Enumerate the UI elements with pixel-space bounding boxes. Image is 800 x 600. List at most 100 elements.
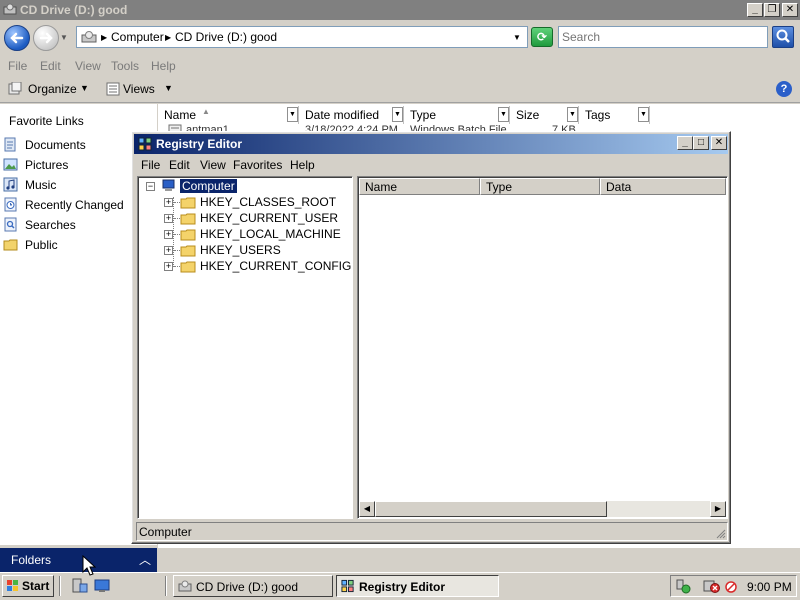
close-button[interactable]: ✕ xyxy=(711,136,727,150)
chevron-down-icon: ▼ xyxy=(164,83,173,93)
tree-node-hkey-current-config[interactable]: + HKEY_CURRENT_CONFIG xyxy=(164,258,354,274)
breadcrumb-computer[interactable]: Computer xyxy=(111,30,164,44)
expand-icon[interactable]: + xyxy=(164,214,173,223)
search-input[interactable] xyxy=(558,26,768,48)
expand-icon[interactable]: + xyxy=(164,230,173,239)
tree-node-hkey-local-machine[interactable]: + HKEY_LOCAL_MACHINE xyxy=(164,226,354,242)
cd-drive-icon xyxy=(3,3,17,15)
mouse-pointer-icon xyxy=(82,555,96,576)
back-button[interactable] xyxy=(4,25,30,51)
registry-values-list[interactable]: Name Type Data ◀ ▶ xyxy=(357,176,728,519)
menu-file[interactable]: File xyxy=(141,158,160,172)
breadcrumb-separator-icon[interactable]: ▶ xyxy=(165,33,171,42)
scroll-thumb[interactable] xyxy=(375,501,607,517)
minimize-button[interactable]: _ xyxy=(747,3,763,17)
breadcrumb-cd-drive[interactable]: CD Drive (D:) good xyxy=(175,30,277,44)
refresh-icon: ⟳ xyxy=(536,30,548,44)
column-header-type[interactable]: Type ▼ xyxy=(404,106,510,124)
forward-arrow-icon xyxy=(39,32,53,44)
explorer-menu-bar: File Edit View Tools Help xyxy=(0,57,800,75)
chevron-down-icon: ▼ xyxy=(80,83,89,93)
column-filter-dropdown[interactable]: ▼ xyxy=(498,107,509,122)
tree-label-computer[interactable]: Computer xyxy=(179,178,238,194)
scroll-left-button[interactable]: ◀ xyxy=(359,501,375,517)
cd-drive-icon xyxy=(178,580,192,592)
explorer-title-text: CD Drive (D:) good xyxy=(20,3,128,17)
tree-node-hkey-classes-root[interactable]: + HKEY_CLASSES_ROOT xyxy=(164,194,354,210)
column-header-size[interactable]: Size ▼ xyxy=(510,106,579,124)
maximize-button[interactable]: □ xyxy=(693,136,709,150)
column-header-name[interactable]: Name ▲ ▼ xyxy=(158,106,299,124)
menu-help[interactable]: Help xyxy=(290,158,315,172)
menu-file[interactable]: File xyxy=(8,59,27,73)
registry-editor-icon xyxy=(341,579,354,593)
column-filter-dropdown[interactable]: ▼ xyxy=(567,107,578,122)
close-button[interactable]: ✕ xyxy=(782,3,798,17)
tree-node-hkey-current-user[interactable]: + HKEY_CURRENT_USER xyxy=(164,210,354,226)
column-filter-dropdown[interactable]: ▼ xyxy=(287,107,298,122)
column-filter-dropdown[interactable]: ▼ xyxy=(638,107,649,122)
menu-view[interactable]: View xyxy=(75,59,101,73)
regedit-title-text: Registry Editor xyxy=(156,137,243,151)
back-arrow-icon xyxy=(10,32,24,44)
network-icon[interactable] xyxy=(675,579,691,594)
volume-muted-icon[interactable] xyxy=(723,579,739,594)
refresh-button[interactable]: ⟳ xyxy=(531,27,553,47)
organize-icon xyxy=(8,82,22,95)
expand-icon[interactable]: + xyxy=(164,246,173,255)
divider xyxy=(0,102,800,103)
expand-icon[interactable]: + xyxy=(164,262,173,271)
menu-favorites[interactable]: Favorites xyxy=(233,158,282,172)
menu-tools[interactable]: Tools xyxy=(111,59,139,73)
search-icon xyxy=(776,29,790,43)
address-bar[interactable]: ▶ Computer ▶ CD Drive (D:) good ▼ xyxy=(76,26,528,48)
menu-help[interactable]: Help xyxy=(151,59,176,73)
security-alert-icon[interactable] xyxy=(703,579,721,594)
tree-node-hkey-users[interactable]: + HKEY_USERS xyxy=(164,242,354,258)
folder-icon xyxy=(180,261,196,273)
menu-view[interactable]: View xyxy=(200,158,226,172)
folder-icon xyxy=(180,197,196,209)
views-icon xyxy=(106,82,120,96)
taskbar-button-cd-drive[interactable]: CD Drive (D:) good xyxy=(173,575,333,597)
column-header-type[interactable]: Type xyxy=(480,178,600,195)
regedit-menu-bar: File Edit View Favorites Help xyxy=(136,156,726,174)
tree-node-computer[interactable]: − Computer xyxy=(146,178,346,194)
resize-grip-icon[interactable] xyxy=(714,527,726,539)
recently-changed-icon xyxy=(4,197,17,212)
regedit-title-bar[interactable]: Registry Editor xyxy=(134,134,728,154)
collapse-icon[interactable]: − xyxy=(146,182,155,191)
column-header-date-modified[interactable]: Date modified ▼ xyxy=(299,106,404,124)
column-header-data[interactable]: Data xyxy=(600,178,726,195)
column-filter-dropdown[interactable]: ▼ xyxy=(392,107,403,122)
column-header-name[interactable]: Name xyxy=(359,178,480,195)
folders-toggle[interactable]: Folders ︿ xyxy=(0,548,157,572)
favorite-links-header: Favorite Links xyxy=(9,114,84,128)
menu-edit[interactable]: Edit xyxy=(40,59,61,73)
search-button[interactable] xyxy=(772,26,794,48)
folder-icon xyxy=(180,213,196,225)
clock[interactable]: 9:00 PM xyxy=(747,580,792,594)
menu-edit[interactable]: Edit xyxy=(169,158,190,172)
restore-button[interactable]: ❐ xyxy=(764,3,780,17)
recent-pages-dropdown[interactable]: ▼ xyxy=(60,33,68,42)
pictures-icon xyxy=(3,158,18,171)
show-desktop-icon[interactable] xyxy=(94,579,110,593)
quicklaunch-separator xyxy=(165,576,167,596)
folder-icon xyxy=(180,229,196,241)
breadcrumb-separator-icon[interactable]: ▶ xyxy=(101,33,107,42)
minimize-button[interactable]: _ xyxy=(677,136,693,150)
quicklaunch-separator xyxy=(59,576,61,596)
scroll-right-button[interactable]: ▶ xyxy=(710,501,726,517)
server-manager-icon[interactable] xyxy=(70,578,88,594)
expand-icon[interactable]: + xyxy=(164,198,173,207)
forward-button[interactable] xyxy=(33,25,59,51)
address-dropdown-icon[interactable]: ▼ xyxy=(513,33,521,42)
registry-tree[interactable]: − Computer + HKEY_CLASSES_ROOT + HKEY_CU… xyxy=(137,176,353,519)
start-button[interactable]: Start xyxy=(2,575,54,597)
horizontal-scrollbar[interactable]: ◀ ▶ xyxy=(359,501,726,517)
explorer-title-bar[interactable]: CD Drive (D:) good xyxy=(0,0,800,20)
column-header-tags[interactable]: Tags ▼ xyxy=(579,106,650,124)
help-button[interactable]: ? xyxy=(776,81,792,97)
taskbar-button-registry-editor[interactable]: Registry Editor xyxy=(336,575,499,597)
